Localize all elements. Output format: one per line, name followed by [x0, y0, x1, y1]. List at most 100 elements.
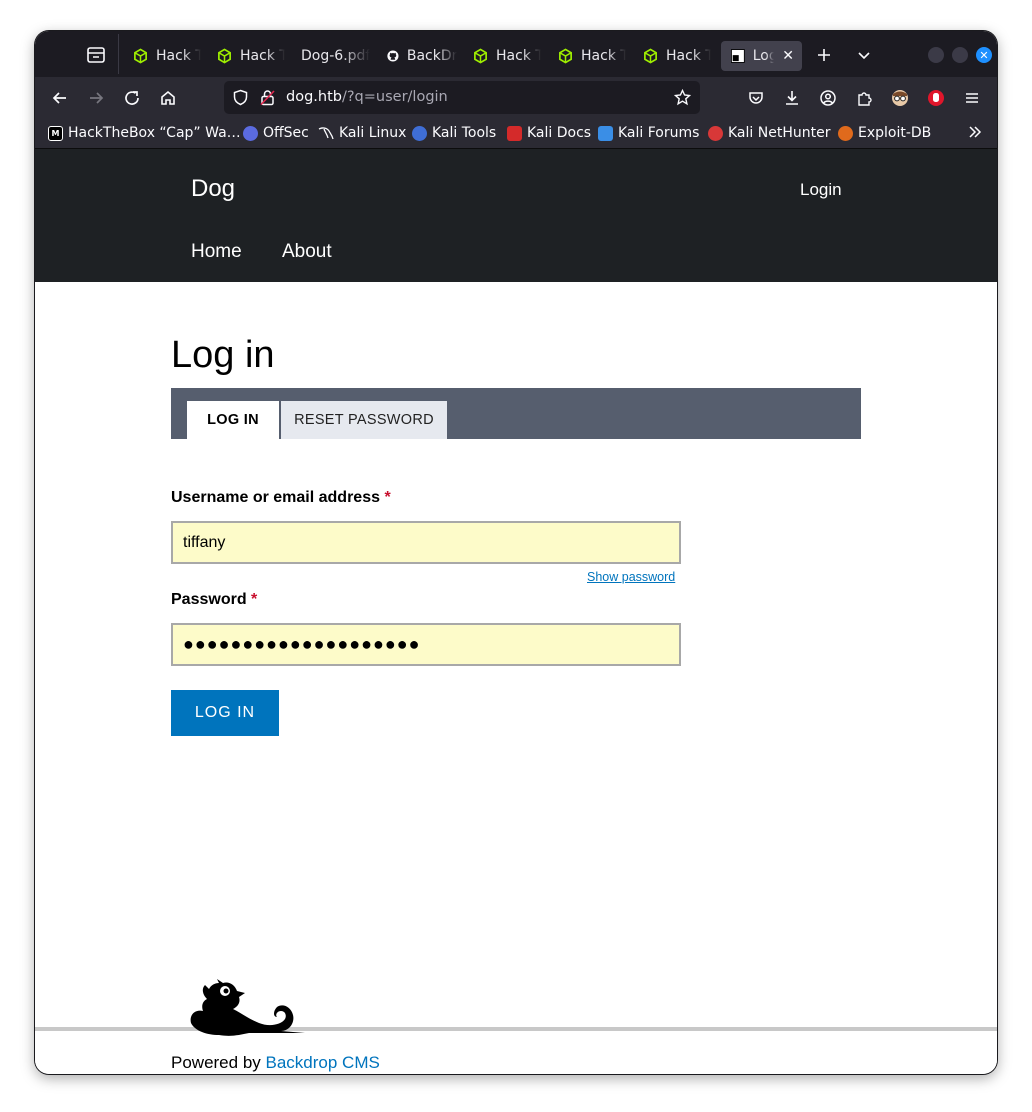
firefox-view-icon[interactable]	[85, 44, 107, 66]
extensions-button[interactable]	[852, 86, 876, 110]
kali-dragon-icon	[318, 126, 334, 139]
browser-window: Hack T Hack T Dog-6.pdf BackDrop Hack T …	[35, 31, 997, 1074]
required-marker: *	[384, 489, 391, 506]
forward-button[interactable]	[84, 86, 108, 110]
site-name[interactable]: Dog	[191, 175, 235, 203]
account-icon	[820, 90, 836, 106]
tab-hack-3[interactable]: Hack T	[463, 41, 541, 71]
bookmark-label: Kali Linux	[339, 125, 407, 141]
medium-icon: M	[48, 125, 63, 141]
required-marker: *	[251, 591, 258, 608]
bookmark-label: Kali Tools	[432, 125, 497, 141]
tab-separator	[118, 34, 119, 74]
tab-title: Hack T	[240, 48, 285, 64]
window-close-button[interactable]: ✕	[976, 47, 992, 63]
username-label-text: Username or email address	[171, 489, 380, 506]
tab-title: BackDrop	[406, 48, 457, 64]
tab-hack-2[interactable]: Hack T	[207, 41, 285, 71]
list-all-tabs-button[interactable]	[852, 43, 876, 67]
offsec-icon	[243, 125, 258, 141]
back-button[interactable]	[48, 86, 72, 110]
bookmark-htb-cap[interactable]: M HackTheBox “Cap” Wa…	[48, 125, 241, 141]
maximize-button[interactable]	[952, 47, 968, 63]
url-host: dog.htb	[286, 89, 342, 105]
password-input[interactable]: ●●●●●●●●●●●●●●●●●●●●	[171, 623, 681, 666]
username-input[interactable]: tiffany	[171, 521, 681, 564]
htb-cube-icon	[218, 48, 231, 64]
chevron-down-icon	[858, 52, 870, 60]
puzzle-icon	[858, 92, 872, 106]
url-text[interactable]: dog.htb/?q=user/login	[286, 89, 448, 105]
bookmark-exploit-db[interactable]: Exploit-DB	[838, 125, 931, 141]
backdrop-cms-link[interactable]: Backdrop CMS	[266, 1053, 380, 1072]
bookmark-offsec[interactable]: OffSec	[243, 125, 309, 141]
menu-home-link[interactable]: Home	[191, 241, 242, 263]
home-button[interactable]	[156, 86, 180, 110]
tab-reset-password[interactable]: RESET PASSWORD	[281, 401, 447, 439]
double-chevron-right-icon	[969, 126, 982, 138]
tab-title: Hack T	[581, 48, 626, 64]
download-icon	[786, 91, 798, 105]
footer-divider	[35, 1027, 997, 1031]
bookmark-kali-linux[interactable]: Kali Linux	[318, 125, 406, 141]
bookmark-label: Kali NetHunter	[728, 125, 831, 141]
account-button[interactable]	[816, 86, 840, 110]
new-tab-button[interactable]	[812, 43, 836, 67]
bookmark-label: Kali Forums	[618, 125, 700, 141]
bookmark-kali-tools[interactable]: Kali Tools	[412, 125, 496, 141]
back-arrow-icon	[52, 92, 66, 104]
url-path: /?q=user/login	[341, 89, 448, 105]
nethunter-icon	[708, 125, 723, 141]
tab-hack-1[interactable]: Hack T	[123, 41, 201, 71]
extension-ublock-button[interactable]	[924, 86, 948, 110]
page-title: Log in	[171, 334, 275, 376]
bookmark-label: OffSec	[263, 125, 309, 141]
htb-cube-icon	[559, 48, 572, 64]
tab-login-active[interactable]: Log ✕	[721, 41, 802, 71]
backdrop-favicon	[731, 49, 745, 63]
exploit-db-icon	[838, 125, 853, 141]
password-label: Password *	[171, 591, 257, 609]
bookmark-label: Exploit-DB	[858, 125, 932, 141]
tab-dog-pdf[interactable]: Dog-6.pdf	[291, 41, 371, 71]
menu-button[interactable]	[960, 86, 984, 110]
log-in-submit-button[interactable]: LOG IN	[171, 690, 279, 736]
password-label-text: Password	[171, 591, 247, 608]
red-hand-icon	[928, 90, 944, 106]
forward-arrow-icon	[90, 92, 104, 104]
username-label: Username or email address *	[171, 489, 391, 507]
kali-docs-icon	[507, 125, 522, 141]
pocket-icon	[749, 92, 763, 104]
shield-icon[interactable]	[232, 89, 249, 106]
htb-cube-icon	[474, 48, 487, 64]
bookmark-kali-docs[interactable]: Kali Docs	[507, 125, 591, 141]
pocket-button[interactable]	[744, 86, 768, 110]
bookmarks-overflow-button[interactable]	[967, 124, 983, 140]
tab-backdrop-github[interactable]: BackDrop	[377, 41, 457, 71]
nav-toolbar: dog.htb/?q=user/login	[35, 77, 997, 119]
tab-hack-4[interactable]: Hack T	[548, 41, 626, 71]
menu-about-link[interactable]: About	[282, 241, 332, 263]
tab-hack-5[interactable]: Hack T	[633, 41, 711, 71]
close-tab-icon[interactable]: ✕	[782, 48, 794, 64]
tab-strip: Hack T Hack T Dog-6.pdf BackDrop Hack T …	[35, 31, 997, 77]
url-bar[interactable]: dog.htb/?q=user/login	[224, 81, 700, 114]
tab-title: Hack T	[496, 48, 541, 64]
tab-log-in[interactable]: LOG IN	[187, 401, 279, 439]
bookmark-kali-forums[interactable]: Kali Forums	[598, 125, 699, 141]
bookmark-label: Kali Docs	[527, 125, 592, 141]
bookmarks-toolbar: M HackTheBox “Cap” Wa… OffSec Kali Linux…	[35, 119, 997, 149]
downloads-button[interactable]	[780, 86, 804, 110]
reload-button[interactable]	[120, 86, 144, 110]
bookmark-star-icon[interactable]	[674, 89, 691, 106]
username-value: tiffany	[183, 533, 226, 551]
show-password-link[interactable]: Show password	[587, 570, 675, 584]
login-tabs: LOG IN RESET PASSWORD	[171, 388, 861, 439]
bookmark-kali-nethunter[interactable]: Kali NetHunter	[708, 125, 830, 141]
extension-glasses-button[interactable]	[888, 86, 912, 110]
reload-icon	[125, 91, 139, 105]
insecure-lock-icon[interactable]	[259, 89, 276, 106]
header-login-link[interactable]: Login	[800, 180, 842, 200]
minimize-button[interactable]	[928, 47, 944, 63]
kali-tools-icon	[412, 125, 427, 141]
